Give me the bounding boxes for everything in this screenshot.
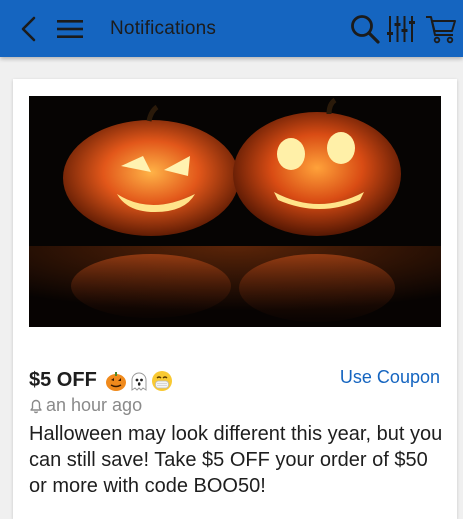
- bell-icon: [30, 399, 42, 413]
- menu-icon: [57, 19, 83, 38]
- halloween-pumpkins-image: [29, 96, 441, 327]
- jack-o-lantern-emoji: [105, 371, 126, 391]
- offer-title-text: $5 OFF: [29, 369, 97, 391]
- cart-button[interactable]: [424, 0, 458, 57]
- filter-button[interactable]: [386, 0, 416, 57]
- notification-body: Halloween may look different this year, …: [29, 423, 443, 497]
- notification-card[interactable]: $5 OFF Use Coupon an hour ago Halloween …: [13, 79, 457, 519]
- page-title: Notifications: [110, 18, 217, 39]
- menu-button[interactable]: [55, 0, 85, 57]
- offer-title: $5 OFF: [29, 369, 173, 392]
- ghost-emoji: [131, 372, 147, 391]
- back-arrow-icon: [21, 16, 36, 41]
- filter-icon: [387, 15, 415, 42]
- cart-icon: [426, 15, 456, 43]
- timestamp-text: an hour ago: [46, 395, 143, 415]
- timestamp: an hour ago: [29, 395, 142, 416]
- mask-face-emoji: [151, 370, 172, 391]
- search-button[interactable]: [348, 0, 382, 57]
- back-button[interactable]: [14, 0, 44, 57]
- emoji-row: [105, 370, 173, 392]
- app-header: Notifications: [0, 0, 463, 57]
- use-coupon-button[interactable]: Use Coupon: [340, 367, 440, 388]
- search-icon: [351, 14, 380, 44]
- notification-image: [29, 96, 441, 327]
